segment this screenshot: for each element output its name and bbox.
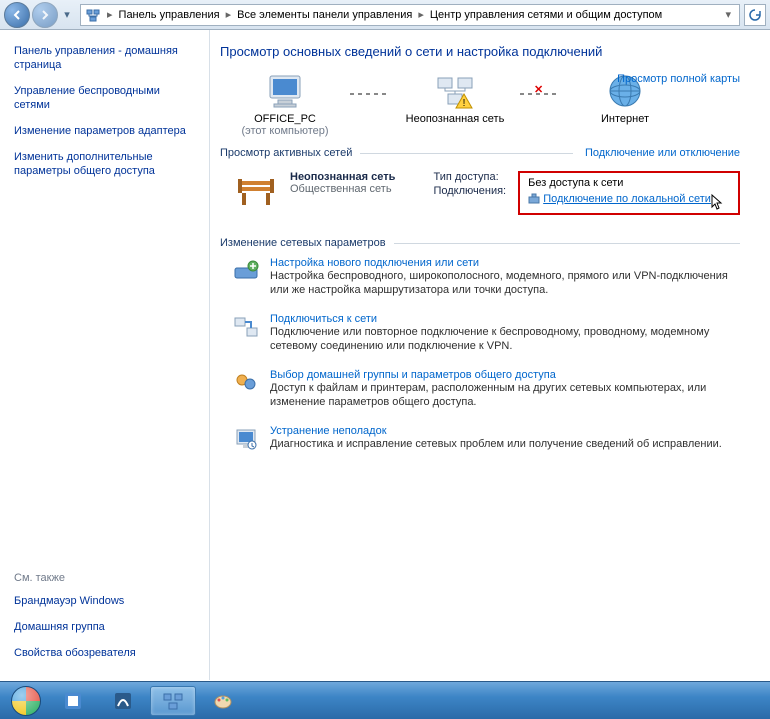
homegroup-icon [232, 369, 260, 397]
task-troubleshoot: Устранение неполадок Диагностика и испра… [220, 425, 740, 453]
cursor-icon [714, 189, 730, 209]
sidebar-link-adapter[interactable]: Изменение параметров адаптера [14, 124, 195, 138]
task-desc: Настройка беспроводного, широкополосного… [270, 269, 740, 297]
active-networks-header: Просмотр активных сетей Подключение или … [220, 147, 740, 159]
navigation-bar: ▾ ▸ Панель управления ▸ Все элементы пан… [0, 0, 770, 30]
task-desc: Доступ к файлам и принтерам, расположенн… [270, 381, 740, 409]
see-also-firewall[interactable]: Брандмауэр Windows [14, 594, 195, 608]
troubleshoot-icon [232, 425, 260, 453]
address-dropdown[interactable]: ▾ [721, 8, 735, 21]
map-internet-label: Интернет [560, 113, 690, 125]
see-also-browser-props[interactable]: Свойства обозревателя [14, 646, 195, 660]
highlight-box: Без доступа к сети Подключение по локаль… [518, 171, 740, 215]
see-also-header: См. также [14, 572, 195, 584]
network-warn-icon: ! [390, 71, 520, 111]
task-desc: Подключение или повторное подключение к … [270, 325, 740, 353]
svg-text:!: ! [463, 98, 466, 109]
chevron-right-icon[interactable]: ▸ [416, 8, 426, 21]
taskbar [0, 681, 770, 719]
breadcrumb-seg-3[interactable]: Центр управления сетями и общим доступом [426, 9, 666, 21]
map-item-unknown[interactable]: ! Неопознанная сеть [390, 71, 520, 125]
task-homegroup: Выбор домашней группы и параметров общег… [220, 369, 740, 409]
full-map-link[interactable]: Просмотр полной карты [617, 73, 740, 85]
forward-button[interactable] [32, 2, 58, 28]
connection-broken-icon: ✕ [534, 83, 543, 96]
network-name: Неопознанная сеть [290, 171, 395, 183]
sidebar-home-link[interactable]: Панель управления - домашняя страница [14, 44, 195, 72]
breadcrumb-seg-2[interactable]: Все элементы панели управления [233, 9, 416, 21]
nav-history-dropdown[interactable]: ▾ [60, 5, 74, 25]
lan-connection-link[interactable]: Подключение по локальной сети [543, 193, 711, 205]
sidebar: Панель управления - домашняя страница Уп… [0, 30, 210, 680]
map-pc-sub: (этот компьютер) [220, 125, 350, 137]
sidebar-link-wireless[interactable]: Управление беспроводными сетями [14, 84, 195, 112]
connect-network-icon [232, 313, 260, 341]
back-button[interactable] [4, 2, 30, 28]
map-connector: ✕ [520, 93, 560, 95]
start-button[interactable] [6, 685, 46, 717]
page-title: Просмотр основных сведений о сети и наст… [220, 44, 740, 59]
map-unknown-label: Неопознанная сеть [390, 113, 520, 125]
task-link[interactable]: Выбор домашней группы и параметров общег… [270, 369, 556, 381]
refresh-button[interactable] [744, 4, 766, 26]
network-props-labels: Тип доступа: Подключения: [433, 171, 506, 215]
address-bar[interactable]: ▸ Панель управления ▸ Все элементы панел… [80, 4, 740, 26]
network-map: Просмотр полной карты OFFICE_PC (этот ко… [220, 71, 740, 137]
map-pc-name: OFFICE_PC [220, 113, 350, 125]
taskbar-app-paint[interactable] [200, 686, 246, 716]
map-item-pc[interactable]: OFFICE_PC (этот компьютер) [220, 71, 350, 137]
content-area: Просмотр основных сведений о сети и наст… [210, 30, 770, 680]
computer-icon [220, 71, 350, 111]
taskbar-app-control-panel[interactable] [150, 686, 196, 716]
bench-icon [232, 171, 280, 211]
active-network-row: Неопознанная сеть Общественная сеть Тип … [220, 167, 740, 227]
task-connect: Подключиться к сети Подключение или повт… [220, 313, 740, 353]
network-type: Общественная сеть [290, 183, 395, 195]
connect-disconnect-link[interactable]: Подключение или отключение [585, 147, 740, 159]
access-type-value: Без доступа к сети [528, 177, 730, 189]
network-center-icon [85, 7, 101, 23]
task-link[interactable]: Устранение неполадок [270, 425, 387, 437]
change-settings-header: Изменение сетевых параметров [220, 237, 740, 249]
chevron-right-icon[interactable]: ▸ [105, 8, 115, 21]
breadcrumb-seg-1[interactable]: Панель управления [115, 9, 224, 21]
active-network-info[interactable]: Неопознанная сеть Общественная сеть [290, 171, 395, 195]
task-link[interactable]: Настройка нового подключения или сети [270, 257, 479, 269]
chevron-right-icon[interactable]: ▸ [224, 8, 234, 21]
section-title: Просмотр активных сетей [220, 147, 352, 159]
task-desc: Диагностика и исправление сетевых пробле… [270, 437, 722, 451]
taskbar-app-1[interactable] [50, 686, 96, 716]
lan-adapter-icon [528, 193, 540, 205]
section-title: Изменение сетевых параметров [220, 237, 386, 249]
see-also-homegroup[interactable]: Домашняя группа [14, 620, 195, 634]
task-new-connection: Настройка нового подключения или сети На… [220, 257, 740, 297]
taskbar-app-2[interactable] [100, 686, 146, 716]
map-connector [350, 93, 390, 95]
sidebar-link-sharing[interactable]: Изменить дополнительные параметры общего… [14, 150, 195, 178]
task-link[interactable]: Подключиться к сети [270, 313, 377, 325]
new-connection-icon [232, 257, 260, 285]
